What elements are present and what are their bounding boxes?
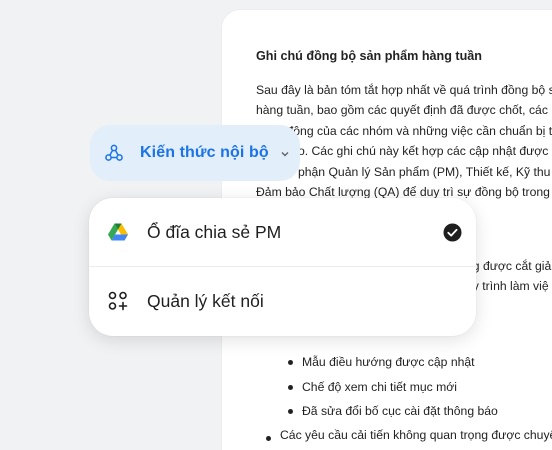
chevron-down-icon[interactable] [279, 147, 291, 159]
chip-label: Kiến thức nội bộ [140, 144, 269, 161]
paragraph-line: bộ phận Quản lý Sản phẩm (PM), Thiết kế,… [281, 164, 551, 179]
paragraph-line: theo. Các ghi chú này kết hợp các cập nh… [281, 144, 549, 158]
source-dropdown-menu: Ổ đĩa chia sẻ PM Quản lý kết nối [89, 198, 476, 336]
paragraph-line: Sau đây là bản tóm tắt hợp nhất về quá t… [256, 82, 552, 97]
manage-connections-icon [107, 290, 129, 312]
document-title: Ghi chú đồng bộ sản phẩm hàng tuần [256, 49, 482, 63]
menu-item-label: Quản lý kết nối [147, 290, 264, 311]
checkmark-icon [443, 223, 462, 242]
google-drive-icon [107, 221, 129, 243]
sub-bullet-list: Mẫu điều hướng được cập nhật Chế độ xem … [288, 352, 498, 426]
document-body: Ghi chú đồng bộ sản phẩm hàng tuần Sau đ… [256, 46, 552, 203]
list-item: Các yêu cầu cải tiến không quan trọng đư… [266, 428, 552, 442]
menu-item-pm-shared-drive[interactable]: Ổ đĩa chia sẻ PM [89, 198, 476, 266]
menu-item-label: Ổ đĩa chia sẻ PM [147, 221, 282, 242]
menu-item-manage-connections[interactable]: Quản lý kết nối [89, 267, 476, 335]
list-item: Chế độ xem chi tiết mục mới [288, 377, 498, 402]
document-paragraph: Sau đây là bản tóm tắt hợp nhất về quá t… [256, 80, 552, 203]
partial-text-line: uy trình làm việ [466, 279, 549, 293]
paragraph-line: hàng tuần, bao gồm các quyết định đã đượ… [256, 103, 552, 117]
list-item: Mẫu điều hướng được cập nhật [288, 352, 498, 377]
knowledge-nodes-icon [104, 143, 124, 163]
knowledge-source-chip[interactable]: Kiến thức nội bộ [90, 125, 300, 181]
paragraph-line: hành động của các nhóm và những việc cần… [256, 123, 552, 138]
partial-text-line: ng được cắt giả [466, 259, 552, 273]
list-item: Đã sửa đổi bố cục cài đặt thông báo [288, 401, 498, 426]
